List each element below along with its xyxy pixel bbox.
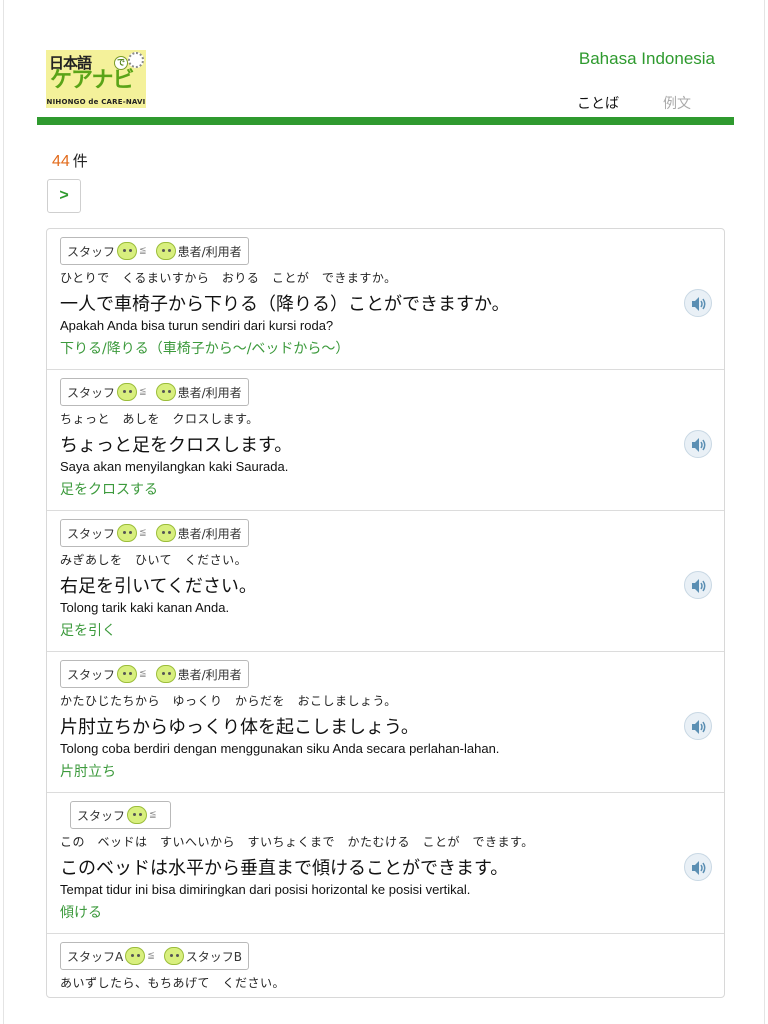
speaker-label: スタッフ [67,385,116,400]
header: 日本語 で ケアナビ NIHONGO de CARE-NAVI Bahasa I… [0,0,768,128]
key-term-link[interactable]: 傾ける [60,902,102,922]
speaker-label: スタッフA [67,949,124,964]
furigana-text: ちょっと あしを クロスします。 [60,412,259,426]
speaker-tag: スタッフ ≦ 患者/利用者 [60,237,249,265]
result-count: 44 件 [52,150,88,171]
result-count-unit: 件 [72,152,88,170]
speech-icon: ≦ [139,386,146,397]
next-page-button[interactable]: > [47,179,81,213]
key-term-link[interactable]: 片肘立ち [60,761,116,781]
listener-label: スタッフB [185,949,242,964]
staff-face-icon [117,242,138,260]
speaker-label: スタッフ [67,667,116,682]
speaker-icon[interactable] [684,712,712,740]
patient-face-icon [155,242,176,260]
speaker-icon[interactable] [684,289,712,317]
furigana-text: かたひじたちから ゆっくり からだを おこしましょう。 [60,694,397,708]
flower-icon [128,52,144,68]
speaker-icon[interactable] [684,430,712,458]
key-term-link[interactable]: 足を引く [60,620,116,640]
site-logo[interactable]: 日本語 で ケアナビ NIHONGO de CARE-NAVI [46,50,146,108]
speech-icon: ≦ [139,668,146,679]
japanese-sentence: ちょっと足をクロスします。 [60,435,293,456]
speaker-icon[interactable] [684,853,712,881]
speaker-tag: スタッフ ≦ 患者/利用者 [60,378,249,406]
listener-label: 患者/利用者 [177,667,242,682]
logo-main-text: ケアナビ [50,68,135,93]
patient-face-icon [155,665,176,683]
phrase-item: スタッフ ≦ 患者/利用者 かたひじたちから ゆっくり からだを おこしましょう… [47,652,724,793]
listener-label: 患者/利用者 [177,385,242,400]
phrase-item: スタッフ ≦ 患者/利用者 みぎあしを ひいて ください。 右足を引いてください… [47,511,724,652]
speaker-tag: スタッフ ≦ 患者/利用者 [60,519,249,547]
listener-label: 患者/利用者 [177,526,242,541]
tab-kotoba[interactable]: ことば [577,93,619,113]
speaker-label: スタッフ [67,526,116,541]
logo-sub-text: NIHONGO de CARE-NAVI [46,98,146,106]
furigana-text: あいずしたら、もちあげて ください。 [60,976,286,990]
tab-reibun[interactable]: 例文 [663,93,691,113]
furigana-text: この ベッドは すいへいから すいちょくまで かたむける ことが できます。 [60,835,534,849]
result-count-number: 44 [52,153,70,170]
staff-face-icon [117,524,138,542]
speech-icon: ≦ [139,245,146,256]
speaker-label: スタッフ [77,808,126,823]
phrase-item: スタッフA ≦ スタッフB あいずしたら、もちあげて ください。 [47,934,724,997]
speaker-tag: スタッフ ≦ 患者/利用者 [60,660,249,688]
patient-face-icon [155,383,176,401]
indonesian-translation: Tolong tarik kaki kanan Anda. [60,600,230,615]
staff-face-icon [127,806,148,824]
second-staff-face-icon [163,947,184,965]
page-frame-left [3,0,4,1024]
staff-face-icon [117,665,138,683]
speaker-label: スタッフ [67,244,116,259]
speech-icon: ≦ [139,527,146,538]
phrase-list: スタッフ ≦ 患者/利用者 ひとりで くるまいすから おりる ことが できますか… [46,228,725,998]
patient-face-icon [155,524,176,542]
japanese-sentence: 右足を引いてください。 [60,576,257,597]
staff-face-icon [117,383,138,401]
speaker-tag: スタッフ ≦ [70,801,171,829]
staff-face-icon [125,947,146,965]
speech-icon: ≦ [147,950,154,961]
header-divider-bar [37,117,734,125]
language-link[interactable]: Bahasa Indonesia [579,49,715,69]
phrase-item: スタッフ ≦ この ベッドは すいへいから すいちょくまで かたむける ことが … [47,793,724,934]
key-term-link[interactable]: 足をクロスする [60,479,158,499]
phrase-item: スタッフ ≦ 患者/利用者 ちょっと あしを クロスします。 ちょっと足をクロス… [47,370,724,511]
speech-icon: ≦ [149,809,156,820]
key-term-link[interactable]: 下りる/降りる（車椅子から～/ベッドから～） [60,338,349,358]
furigana-text: みぎあしを ひいて ください。 [60,553,248,567]
speaker-tag: スタッフA ≦ スタッフB [60,942,249,970]
furigana-text: ひとりで くるまいすから おりる ことが できますか。 [60,271,397,285]
indonesian-translation: Apakah Anda bisa turun sendiri dari kurs… [60,318,334,333]
japanese-sentence: 一人で車椅子から下りる（降りる）ことができますか。 [60,294,510,315]
phrase-item: スタッフ ≦ 患者/利用者 ひとりで くるまいすから おりる ことが できますか… [47,229,724,370]
japanese-sentence: このベッドは水平から垂直まで傾けることができます。 [60,858,509,879]
listener-label: 患者/利用者 [177,244,242,259]
indonesian-translation: Tolong coba berdiri dengan menggunakan s… [60,741,500,756]
japanese-sentence: 片肘立ちからゆっくり体を起こしましょう。 [60,717,419,738]
indonesian-translation: Saya akan menyilangkan kaki Saurada. [60,459,289,474]
speaker-icon[interactable] [684,571,712,599]
indonesian-translation: Tempat tidur ini bisa dimiringkan dari p… [60,882,471,897]
page-frame-right [764,0,765,1024]
